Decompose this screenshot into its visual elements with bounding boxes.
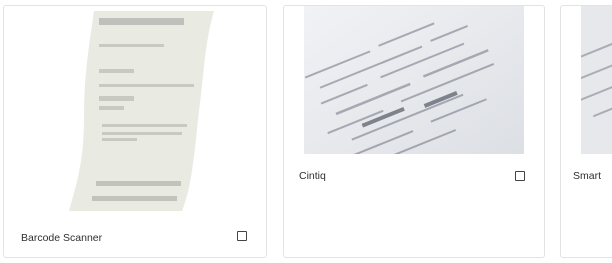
product-card-barcode-scanner[interactable]: Barcode Scanner <box>3 5 267 258</box>
card-title: Barcode Scanner <box>21 232 103 244</box>
receipt-photo <box>581 6 612 154</box>
select-checkbox[interactable] <box>237 231 247 241</box>
select-checkbox[interactable] <box>515 171 525 181</box>
product-card-cintiq[interactable]: Cintiq <box>283 5 545 258</box>
receipt-illustration-icon <box>54 6 219 216</box>
card-title: Cintiq <box>299 170 326 182</box>
product-card-grid: Barcode Scanner Cintiq Smart <box>0 0 612 263</box>
product-card-smart[interactable]: Smart <box>560 5 612 258</box>
card-title: Smart <box>573 170 602 182</box>
receipt-photo <box>304 6 524 154</box>
